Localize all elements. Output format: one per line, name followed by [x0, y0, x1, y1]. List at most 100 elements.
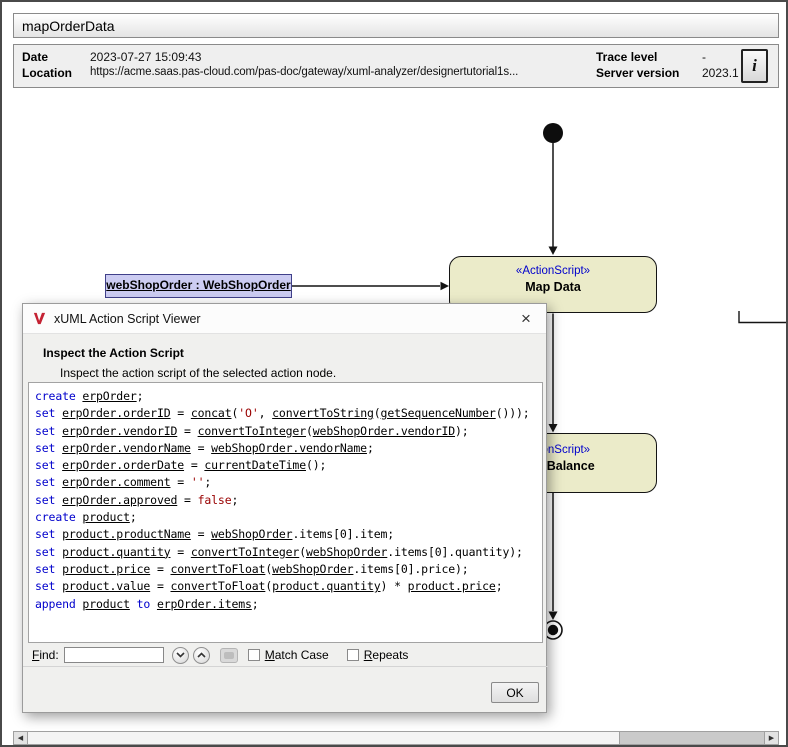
- code-token: set: [35, 527, 62, 541]
- scrollbar-thumb[interactable]: [28, 731, 620, 745]
- match-case-checkbox[interactable]: [248, 649, 260, 661]
- arrowhead-icon: [441, 282, 450, 290]
- code-token: create: [35, 510, 82, 524]
- initial-node[interactable]: [543, 123, 563, 143]
- find-label: Find:: [32, 648, 59, 662]
- arrowhead-icon: [549, 424, 558, 433]
- code-identifier-link[interactable]: convertToString: [272, 406, 374, 420]
- location-value: https://acme.saas.pas-cloud.com/pas-doc/…: [90, 66, 595, 78]
- ok-button[interactable]: OK: [491, 682, 539, 703]
- code-identifier-link[interactable]: erpOrder.comment: [62, 475, 170, 489]
- code-token: =: [171, 406, 191, 420]
- code-identifier-link[interactable]: erpOrder.approved: [62, 493, 177, 507]
- code-line: append product to erpOrder.items;: [35, 596, 536, 613]
- find-previous-button[interactable]: [193, 647, 210, 664]
- find-next-button[interactable]: [172, 647, 189, 664]
- match-case-option[interactable]: Match Case: [248, 648, 329, 662]
- code-identifier-link[interactable]: erpOrder.vendorName: [62, 441, 191, 455]
- code-identifier-link[interactable]: erpOrder.orderDate: [62, 458, 184, 472]
- repeats-option[interactable]: Repeats: [347, 648, 409, 662]
- code-line: set erpOrder.comment = '';: [35, 474, 536, 491]
- trace-analyzer-window: mapOrderData Date 2023-07-27 15:09:43 Lo…: [0, 0, 788, 747]
- code-token: set: [35, 493, 62, 507]
- scroll-right-button[interactable]: ▶: [764, 731, 779, 745]
- code-identifier-link[interactable]: erpOrder.vendorID: [62, 424, 177, 438]
- dialog-title: xUML Action Script Viewer: [54, 312, 201, 326]
- repeats-checkbox[interactable]: [347, 649, 359, 661]
- code-token: false: [198, 493, 232, 507]
- code-identifier-link[interactable]: product: [82, 510, 129, 524]
- find-toolbar: Find: Match Case Repeats: [23, 644, 548, 667]
- highlighter-icon: [224, 652, 234, 659]
- window-title-bar: mapOrderData: [13, 13, 779, 38]
- find-input[interactable]: [64, 647, 164, 663]
- code-line: create erpOrder;: [35, 388, 536, 405]
- code-token: ;: [367, 441, 374, 455]
- repeats-label: Repeats: [364, 648, 409, 662]
- code-line: set erpOrder.vendorName = webShopOrder.v…: [35, 440, 536, 457]
- code-identifier-link[interactable]: webShopOrder.vendorName: [211, 441, 367, 455]
- dialog-heading: Inspect the Action Script: [43, 346, 184, 360]
- code-token: =: [191, 527, 211, 541]
- code-identifier-link[interactable]: erpOrder.items: [157, 597, 252, 611]
- code-identifier-link[interactable]: webShopOrder.vendorID: [313, 424, 455, 438]
- code-identifier-link[interactable]: currentDateTime: [204, 458, 306, 472]
- code-identifier-link[interactable]: webShopOrder: [272, 562, 353, 576]
- code-identifier-link[interactable]: product.value: [62, 579, 150, 593]
- code-identifier-link[interactable]: webShopOrder: [211, 527, 292, 541]
- code-identifier-link[interactable]: product.productName: [62, 527, 191, 541]
- code-token: to: [130, 597, 157, 611]
- code-identifier-link[interactable]: concat: [191, 406, 232, 420]
- code-token: (: [306, 424, 313, 438]
- code-identifier-link[interactable]: product.quantity: [62, 545, 170, 559]
- code-identifier-link[interactable]: getSequenceNumber: [381, 406, 496, 420]
- xuml-logo-icon: [32, 311, 47, 326]
- code-token: set: [35, 458, 62, 472]
- trace-level-label: Trace level: [596, 50, 657, 64]
- code-line: set product.price = convertToFloat(webSh…: [35, 561, 536, 578]
- code-token: ;: [137, 389, 144, 403]
- chevron-up-icon: [197, 652, 206, 658]
- code-identifier-link[interactable]: product.price: [408, 579, 496, 593]
- code-token: .items[0].price);: [353, 562, 468, 576]
- code-identifier-link[interactable]: product.price: [62, 562, 150, 576]
- code-identifier-link[interactable]: convertToInteger: [191, 545, 299, 559]
- scrollbar-track[interactable]: [620, 731, 764, 745]
- date-label: Date: [22, 50, 48, 64]
- highlight-matches-button[interactable]: [220, 648, 238, 663]
- node-name: Map Data: [450, 280, 656, 294]
- code-identifier-link[interactable]: convertToInteger: [198, 424, 306, 438]
- code-identifier-link[interactable]: erpOrder: [82, 389, 136, 403]
- server-version-value: 2023.1: [702, 66, 739, 80]
- code-token: .items[0].item;: [292, 527, 394, 541]
- horizontal-scrollbar[interactable]: ◀ ▶: [13, 731, 779, 745]
- server-version-label: Server version: [596, 66, 679, 80]
- code-line: set erpOrder.vendorID = convertToInteger…: [35, 423, 536, 440]
- code-token: ;: [130, 510, 137, 524]
- action-script-code[interactable]: create erpOrder; set erpOrder.orderID = c…: [28, 382, 543, 643]
- object-node-label[interactable]: webShopOrder : WebShopOrder: [105, 274, 292, 298]
- code-identifier-link[interactable]: product: [82, 597, 129, 611]
- info-button[interactable]: i: [741, 49, 768, 83]
- trace-info-panel: Date 2023-07-27 15:09:43 Location https:…: [13, 44, 779, 88]
- code-line: set product.productName = webShopOrder.i…: [35, 526, 536, 543]
- code-token: =: [177, 493, 197, 507]
- date-value: 2023-07-27 15:09:43: [90, 50, 201, 64]
- code-identifier-link[interactable]: erpOrder.orderID: [62, 406, 170, 420]
- code-identifier-link[interactable]: convertToFloat: [171, 579, 266, 593]
- code-identifier-link[interactable]: webShopOrder: [306, 545, 387, 559]
- code-token: .items[0].quantity);: [387, 545, 522, 559]
- scroll-left-button[interactable]: ◀: [13, 731, 28, 745]
- code-token: set: [35, 562, 62, 576]
- dialog-title-bar: xUML Action Script Viewer ×: [23, 304, 546, 334]
- code-line: set erpOrder.approved = false;: [35, 492, 536, 509]
- stereotype-label: «ActionScript»: [450, 265, 656, 277]
- code-identifier-link[interactable]: convertToFloat: [171, 562, 266, 576]
- arrowhead-icon: [549, 247, 558, 256]
- code-token: ();: [306, 458, 326, 472]
- code-token: ) *: [381, 579, 408, 593]
- code-identifier-link[interactable]: product.quantity: [272, 579, 380, 593]
- code-token: (: [374, 406, 381, 420]
- code-token: =: [150, 562, 170, 576]
- close-icon[interactable]: ×: [515, 309, 537, 329]
